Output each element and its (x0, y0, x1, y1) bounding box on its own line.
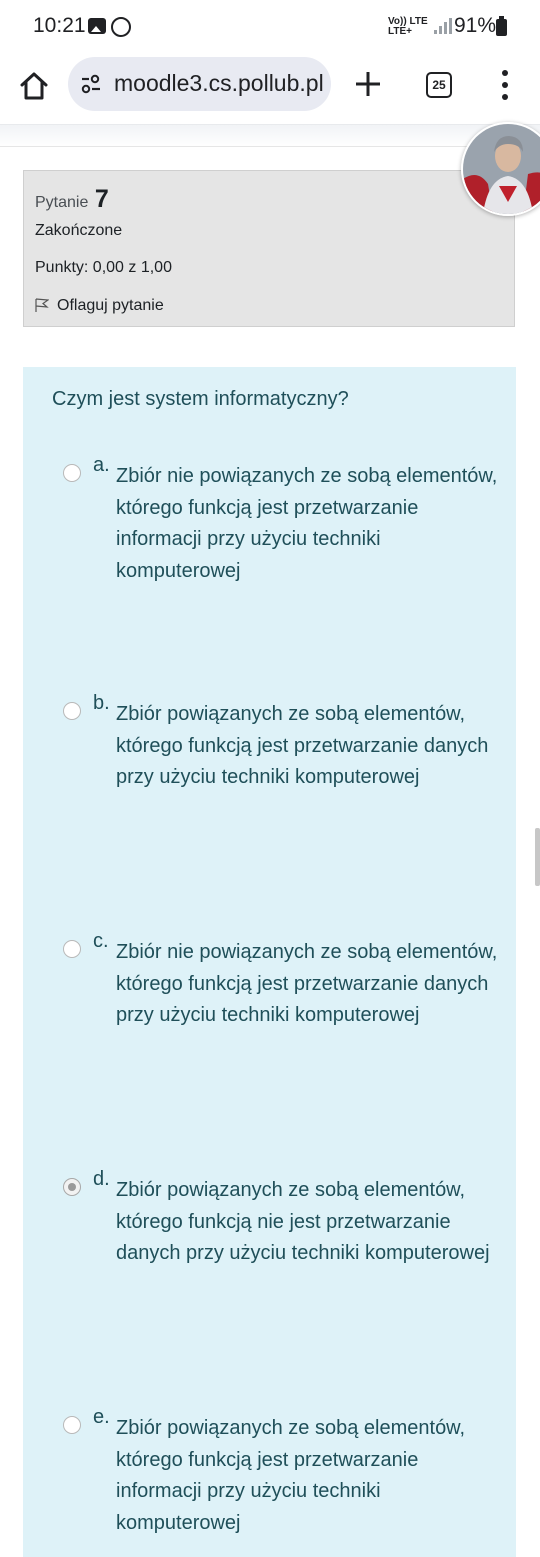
question-state: Zakończone (35, 222, 123, 239)
tab-switcher-button[interactable]: 25 (426, 72, 452, 98)
flag-question-link[interactable]: Oflaguj pytanie (35, 296, 164, 315)
radio-button[interactable] (63, 702, 81, 720)
radio-button[interactable] (63, 940, 81, 958)
answer-text: Zbiór nie powiązanych ze sobą elementów,… (116, 941, 498, 1026)
flag-icon (35, 298, 49, 312)
answer-text: Zbiór powiązanych ze sobą elementów, któ… (116, 1179, 490, 1264)
question-grade: Punkty: 0,00 z 1,00 (35, 259, 172, 276)
answer-text: Zbiór powiązanych ze sobą elementów, któ… (116, 1417, 466, 1534)
avatar-image (463, 124, 540, 214)
answer-letter: b. (93, 692, 110, 714)
more-menu-button[interactable] (500, 70, 510, 100)
status-bar: 10:21 Vo)) LTE LTE+ 91% (0, 0, 540, 56)
status-time: 10:21 (33, 14, 86, 37)
plus-icon (356, 72, 380, 96)
site-settings-icon (81, 74, 100, 94)
network-type: Vo)) LTE LTE+ (388, 16, 428, 37)
answer-letter: c. (93, 930, 109, 952)
battery-level: 91% (454, 14, 497, 37)
address-bar[interactable]: moodle3.cs.pollub.pl (68, 57, 331, 111)
answer-letter: d. (93, 1168, 110, 1190)
question-text: Czym jest system informatyczny? (52, 388, 349, 410)
new-tab-button[interactable] (352, 68, 384, 100)
question-info-panel: Pytanie 7 Zakończone Punkty: 0,00 z 1,00… (23, 170, 515, 327)
home-icon (20, 72, 48, 100)
question-number: Pytanie 7 (35, 185, 109, 213)
radio-button[interactable] (63, 464, 81, 482)
url-text: moodle3.cs.pollub.pl (114, 70, 324, 96)
answer-letter: a. (93, 454, 110, 476)
answer-letter: e. (93, 1406, 110, 1428)
gallery-notification-icon (88, 18, 106, 34)
battery-icon (496, 16, 507, 36)
browser-toolbar: moodle3.cs.pollub.pl 25 (0, 56, 540, 125)
radio-button[interactable] (63, 1416, 81, 1434)
answer-text: Zbiór powiązanych ze sobą elementów, któ… (116, 703, 489, 788)
radio-button-selected[interactable] (63, 1178, 81, 1196)
scrollbar-thumb[interactable] (535, 828, 540, 886)
answer-text: Zbiór nie powiązanych ze sobą elementów,… (116, 465, 498, 582)
home-button[interactable] (16, 68, 52, 104)
messenger-notification-icon (111, 17, 131, 37)
question-panel: Czym jest system informatyczny? a. Zbiór… (23, 367, 516, 1557)
more-vert-icon (502, 70, 508, 76)
signal-icon (434, 18, 452, 34)
